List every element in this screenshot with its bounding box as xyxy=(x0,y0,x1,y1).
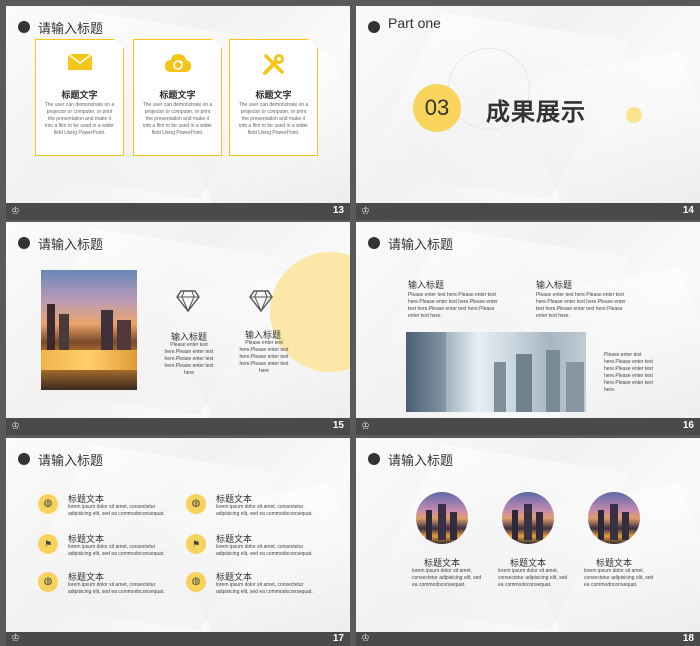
card-heading: 标题文字 xyxy=(255,90,292,100)
compass-icon: ◍ xyxy=(186,494,206,514)
flag-icon: ⚑ xyxy=(38,534,58,554)
crown-logo-icon: ♔ xyxy=(11,633,20,644)
part-label: Part one xyxy=(388,15,441,31)
slide-title: 请输入标题 xyxy=(38,21,104,36)
compass-icon: ◍ xyxy=(38,494,58,514)
slide-number: 17 xyxy=(332,633,344,644)
title-bullet xyxy=(18,237,30,249)
slide-title: 请输入标题 xyxy=(388,237,454,252)
slide-18[interactable]: 请输入标题 标题文本 lorem ipsum dolor sit amet, c… xyxy=(356,438,700,635)
envelope-icon xyxy=(36,52,123,78)
item-description: Please enter text here.Please enter text… xyxy=(164,342,214,376)
slide-number: 15 xyxy=(332,420,344,431)
item-description: lorem ipsum dolor sit amet, consectetur … xyxy=(498,568,568,588)
title-bullet xyxy=(18,453,30,465)
slide-title: 请输入标题 xyxy=(38,237,104,252)
column-heading: 输入标题 xyxy=(536,280,573,290)
slide-number: 18 xyxy=(682,633,694,644)
column-description: Please enter text here.Please enter text… xyxy=(536,292,626,319)
city-photo-circle xyxy=(502,492,554,544)
diamond-icon xyxy=(249,290,273,317)
title-bullet xyxy=(368,453,380,465)
crown-logo-icon: ♔ xyxy=(11,421,20,432)
compass-icon: ◍ xyxy=(186,572,206,592)
diamond-icon xyxy=(176,290,200,317)
slide-title: 请输入标题 xyxy=(38,453,104,468)
feature-card: 标题文字 The user can demonstrate on a proje… xyxy=(35,39,124,156)
cloud-refresh-icon xyxy=(134,52,221,80)
item-description: Please enter text here.Please enter text… xyxy=(239,340,289,374)
item-description: lorem ipsum dolor sit amet, consectetur … xyxy=(68,504,165,517)
crown-logo-icon: ♔ xyxy=(361,421,370,432)
card-description: The user can demonstrate on a projector … xyxy=(44,102,115,136)
slide-number: 14 xyxy=(682,205,694,216)
card-description: The user can demonstrate on a projector … xyxy=(238,102,309,136)
slide-footer: ♔ 14 xyxy=(356,203,700,220)
column-description: Please enter text here.Please enter text… xyxy=(408,292,498,319)
slide-footer: ♔ 17 xyxy=(6,632,350,646)
item-description: lorem ipsum dolor sit amet, consectetur … xyxy=(216,544,313,557)
flag-icon: ⚑ xyxy=(186,534,206,554)
slide-title: 请输入标题 xyxy=(388,453,454,468)
slide-15[interactable]: 请输入标题 输入标题 Please enter text here.Please… xyxy=(6,222,350,419)
yellow-dot-decoration xyxy=(626,107,642,123)
slide-14[interactable]: Part one 03 成果展示 xyxy=(356,6,700,203)
card-heading: 标题文字 xyxy=(159,90,196,100)
tools-icon xyxy=(230,52,317,82)
title-bullet xyxy=(368,21,380,33)
card-heading: 标题文字 xyxy=(61,90,98,100)
slide-13[interactable]: 请输入标题 标题文字 The user can demonstrate on a… xyxy=(6,6,350,203)
city-skyline-photo xyxy=(406,332,586,412)
feature-card: 标题文字 The user can demonstrate on a proje… xyxy=(133,39,222,156)
item-description: lorem ipsum dolor sit amet, consectetur … xyxy=(68,544,165,557)
city-night-photo xyxy=(41,270,137,390)
slide-number: 13 xyxy=(332,205,344,216)
feature-card: 标题文字 The user can demonstrate on a proje… xyxy=(229,39,318,156)
slide-footer: ♔ 13 xyxy=(6,203,350,220)
slide-17[interactable]: 请输入标题 ◍ 标题文本 lorem ipsum dolor sit amet,… xyxy=(6,438,350,635)
slide-footer: ♔ 18 xyxy=(356,632,700,646)
crown-logo-icon: ♔ xyxy=(11,206,20,217)
item-description: lorem ipsum dolor sit amet, consectetur … xyxy=(216,504,313,517)
section-heading: 成果展示 xyxy=(486,99,586,126)
city-photo-circle xyxy=(416,492,468,544)
city-photo-circle xyxy=(588,492,640,544)
section-number: 03 xyxy=(424,95,450,120)
title-bullet xyxy=(368,237,380,249)
item-description: lorem ipsum dolor sit amet, consectetur … xyxy=(216,582,313,595)
slide-number: 16 xyxy=(682,420,694,431)
column-heading: 输入标题 xyxy=(408,280,445,290)
slide-footer: ♔ 15 xyxy=(6,418,350,435)
section-number-badge: 03 xyxy=(413,84,461,132)
title-bullet xyxy=(18,21,30,33)
compass-icon: ◍ xyxy=(38,572,58,592)
crown-logo-icon: ♔ xyxy=(361,633,370,644)
side-description: Please enter text here.Please enter text… xyxy=(604,352,653,393)
slide-16[interactable]: 请输入标题 输入标题 Please enter text here.Please… xyxy=(356,222,700,419)
crown-logo-icon: ♔ xyxy=(361,206,370,217)
card-description: The user can demonstrate on a projector … xyxy=(142,102,213,136)
item-description: lorem ipsum dolor sit amet, consectetur … xyxy=(68,582,165,595)
item-description: lorem ipsum dolor sit amet, consectetur … xyxy=(584,568,654,588)
item-description: lorem ipsum dolor sit amet, consectetur … xyxy=(412,568,482,588)
slide-footer: ♔ 16 xyxy=(356,418,700,435)
